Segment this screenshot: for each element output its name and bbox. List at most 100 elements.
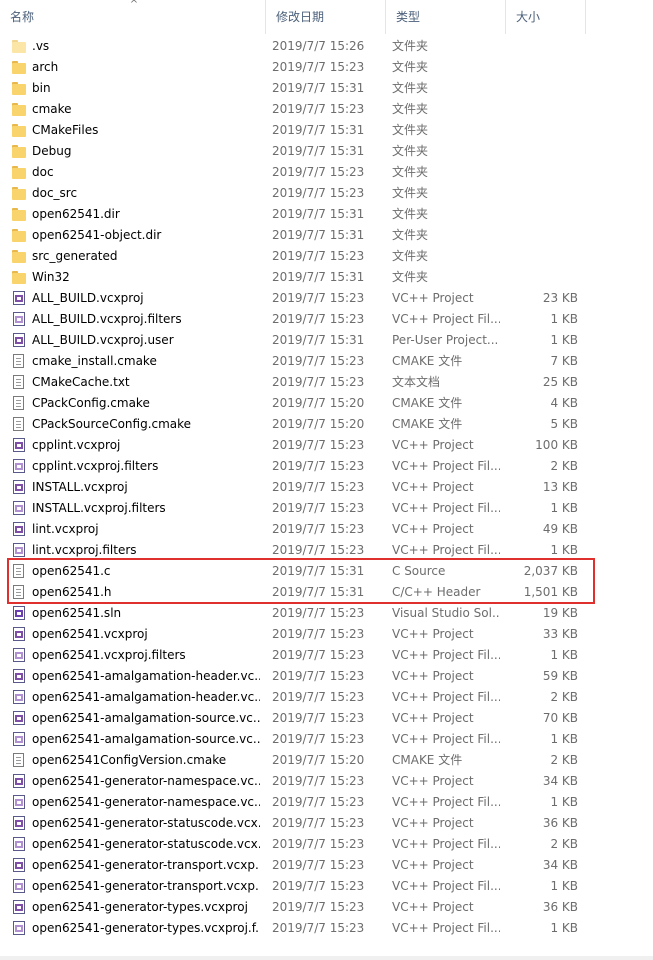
file-name: open62541-amalgamation-header.vc... bbox=[32, 690, 260, 704]
column-header-type[interactable]: 类型 bbox=[386, 0, 506, 34]
file-type: Visual Studio Sol... bbox=[392, 606, 500, 620]
file-row[interactable]: open62541.c 2019/7/7 15:31 C Source 2,037 K… bbox=[0, 561, 653, 582]
file-type: VC++ Project Fil... bbox=[392, 459, 500, 473]
horizontal-scrollbar[interactable] bbox=[0, 956, 653, 960]
column-header-name[interactable]: 名称 bbox=[0, 0, 266, 34]
file-row[interactable]: open62541-amalgamation-header.vc... 2019/… bbox=[0, 666, 653, 687]
file-type: C/C++ Header bbox=[392, 585, 481, 599]
file-date: 2019/7/7 15:23 bbox=[272, 60, 365, 74]
file-size bbox=[506, 204, 578, 225]
file-row[interactable]: Debug 2019/7/7 15:31 文件夹 bbox=[0, 141, 653, 162]
file-type: VC++ Project bbox=[392, 900, 474, 914]
file-row[interactable]: open62541.dir 2019/7/7 15:31 文件夹 bbox=[0, 204, 653, 225]
file-row[interactable]: open62541.h 2019/7/7 15:31 C/C++ Header 1,5… bbox=[0, 582, 653, 603]
file-date: 2019/7/7 15:23 bbox=[272, 480, 365, 494]
file-row[interactable]: cpplint.vcxproj.filters 2019/7/7 15:23 VC+… bbox=[0, 456, 653, 477]
file-row[interactable]: open62541.vcxproj.filters 2019/7/7 15:23 V… bbox=[0, 645, 653, 666]
file-size: 49 KB bbox=[542, 522, 578, 536]
file-row[interactable]: open62541-object.dir 2019/7/7 15:31 文件夹 bbox=[0, 225, 653, 246]
file-row[interactable]: doc 2019/7/7 15:23 文件夹 bbox=[0, 162, 653, 183]
file-row[interactable]: open62541-generator-transport.vcxp... 201… bbox=[0, 876, 653, 897]
file-row[interactable]: .vs 2019/7/7 15:26 文件夹 bbox=[0, 36, 653, 57]
file-size: 5 KB bbox=[550, 417, 578, 431]
file-row[interactable]: CPackSourceConfig.cmake 2019/7/7 15:20 CMA… bbox=[0, 414, 653, 435]
file-type: VC++ Project Fil... bbox=[392, 648, 500, 662]
file-size: 1 KB bbox=[550, 312, 578, 326]
file-row[interactable]: open62541-generator-types.vcxproj 2019/7/… bbox=[0, 897, 653, 918]
file-date: 2019/7/7 15:23 bbox=[272, 627, 365, 641]
file-date: 2019/7/7 15:31 bbox=[272, 207, 365, 221]
file-row[interactable]: open62541-amalgamation-header.vc... 2019/… bbox=[0, 687, 653, 708]
file-name: lint.vcxproj.filters bbox=[32, 543, 137, 557]
file-date: 2019/7/7 15:31 bbox=[272, 228, 365, 242]
file-row[interactable]: Win32 2019/7/7 15:31 文件夹 bbox=[0, 267, 653, 288]
file-row[interactable]: open62541-generator-namespace.vc... 2019/… bbox=[0, 771, 653, 792]
file-date: 2019/7/7 15:23 bbox=[272, 375, 365, 389]
file-row[interactable]: CMakeFiles 2019/7/7 15:31 文件夹 bbox=[0, 120, 653, 141]
file-row[interactable]: lint.vcxproj 2019/7/7 15:23 VC++ Project 49… bbox=[0, 519, 653, 540]
file-row[interactable]: open62541-generator-statuscode.vcx... 201… bbox=[0, 813, 653, 834]
file-row[interactable]: doc_src 2019/7/7 15:23 文件夹 bbox=[0, 183, 653, 204]
file-row[interactable]: open62541-amalgamation-source.vc... 2019/… bbox=[0, 708, 653, 729]
file-date: 2019/7/7 15:23 bbox=[272, 669, 365, 683]
file-size bbox=[506, 57, 578, 78]
folder-icon bbox=[12, 270, 26, 285]
file-row[interactable]: open62541-generator-transport.vcxp... 201… bbox=[0, 855, 653, 876]
file-name: open62541-generator-transport.vcxp... bbox=[32, 858, 260, 872]
file-row[interactable]: open62541-generator-types.vcxproj.f... 20… bbox=[0, 918, 653, 939]
file-date: 2019/7/7 15:23 bbox=[272, 438, 365, 452]
file-date: 2019/7/7 15:23 bbox=[272, 774, 365, 788]
document-icon bbox=[12, 753, 26, 768]
file-type: CMAKE 文件 bbox=[392, 753, 463, 767]
file-size: 33 KB bbox=[542, 627, 578, 641]
file-row[interactable]: cmake 2019/7/7 15:23 文件夹 bbox=[0, 99, 653, 120]
file-row[interactable]: open62541ConfigVersion.cmake 2019/7/7 15:… bbox=[0, 750, 653, 771]
file-row[interactable]: open62541-generator-namespace.vc... 2019/… bbox=[0, 792, 653, 813]
file-row[interactable]: cmake_install.cmake 2019/7/7 15:23 CMAKE 文… bbox=[0, 351, 653, 372]
file-row[interactable]: INSTALL.vcxproj.filters 2019/7/7 15:23 VC+… bbox=[0, 498, 653, 519]
file-row[interactable]: cpplint.vcxproj 2019/7/7 15:23 VC++ Projec… bbox=[0, 435, 653, 456]
file-type: VC++ Project Fil... bbox=[392, 879, 500, 893]
file-name: CMakeCache.txt bbox=[32, 375, 130, 389]
file-date: 2019/7/7 15:23 bbox=[272, 459, 365, 473]
file-size: 1 KB bbox=[550, 648, 578, 662]
file-row[interactable]: open62541.vcxproj 2019/7/7 15:23 VC++ Proj… bbox=[0, 624, 653, 645]
file-name: open62541-amalgamation-source.vc... bbox=[32, 732, 260, 746]
file-date: 2019/7/7 15:31 bbox=[272, 333, 365, 347]
file-row[interactable]: bin 2019/7/7 15:31 文件夹 bbox=[0, 78, 653, 99]
column-header-size[interactable]: 大小 bbox=[506, 0, 586, 34]
file-row[interactable]: INSTALL.vcxproj 2019/7/7 15:23 VC++ Projec… bbox=[0, 477, 653, 498]
folder-icon bbox=[12, 144, 26, 159]
file-name: open62541-generator-namespace.vc... bbox=[32, 795, 260, 809]
file-name: arch bbox=[32, 60, 59, 74]
file-date: 2019/7/7 15:31 bbox=[272, 564, 365, 578]
file-size: 2 KB bbox=[550, 753, 578, 767]
file-type: VC++ Project bbox=[392, 627, 474, 641]
file-date: 2019/7/7 15:23 bbox=[272, 732, 365, 746]
filters-file-icon bbox=[12, 501, 26, 516]
file-row[interactable]: open62541.sln 2019/7/7 15:23 Visual Studio… bbox=[0, 603, 653, 624]
file-date: 2019/7/7 15:23 bbox=[272, 879, 365, 893]
file-row[interactable]: ALL_BUILD.vcxproj.filters 2019/7/7 15:23 V… bbox=[0, 309, 653, 330]
file-row[interactable]: ALL_BUILD.vcxproj 2019/7/7 15:23 VC++ Proj… bbox=[0, 288, 653, 309]
file-row[interactable]: arch 2019/7/7 15:23 文件夹 bbox=[0, 57, 653, 78]
file-date: 2019/7/7 15:23 bbox=[272, 648, 365, 662]
file-row[interactable]: src_generated 2019/7/7 15:23 文件夹 bbox=[0, 246, 653, 267]
file-row[interactable]: ALL_BUILD.vcxproj.user 2019/7/7 15:31 Per-… bbox=[0, 330, 653, 351]
file-size bbox=[506, 99, 578, 120]
file-row[interactable]: open62541-amalgamation-source.vc... 2019/… bbox=[0, 729, 653, 750]
file-name: ALL_BUILD.vcxproj.user bbox=[32, 333, 174, 347]
solution-file-icon bbox=[12, 606, 26, 621]
file-row[interactable]: CMakeCache.txt 2019/7/7 15:23 文本文档 25 KB bbox=[0, 372, 653, 393]
file-name: open62541-amalgamation-header.vc... bbox=[32, 669, 260, 683]
project-file-icon bbox=[12, 900, 26, 915]
file-row[interactable]: CPackConfig.cmake 2019/7/7 15:20 CMAKE 文件 4… bbox=[0, 393, 653, 414]
project-file-icon bbox=[12, 438, 26, 453]
file-size: 1 KB bbox=[550, 732, 578, 746]
file-row[interactable]: open62541-generator-statuscode.vcx... 201… bbox=[0, 834, 653, 855]
project-file-icon bbox=[12, 627, 26, 642]
file-type: 文件夹 bbox=[392, 39, 429, 53]
file-size: 36 KB bbox=[542, 900, 578, 914]
column-header-date[interactable]: 修改日期 bbox=[266, 0, 386, 34]
file-row[interactable]: lint.vcxproj.filters 2019/7/7 15:23 VC++ P… bbox=[0, 540, 653, 561]
